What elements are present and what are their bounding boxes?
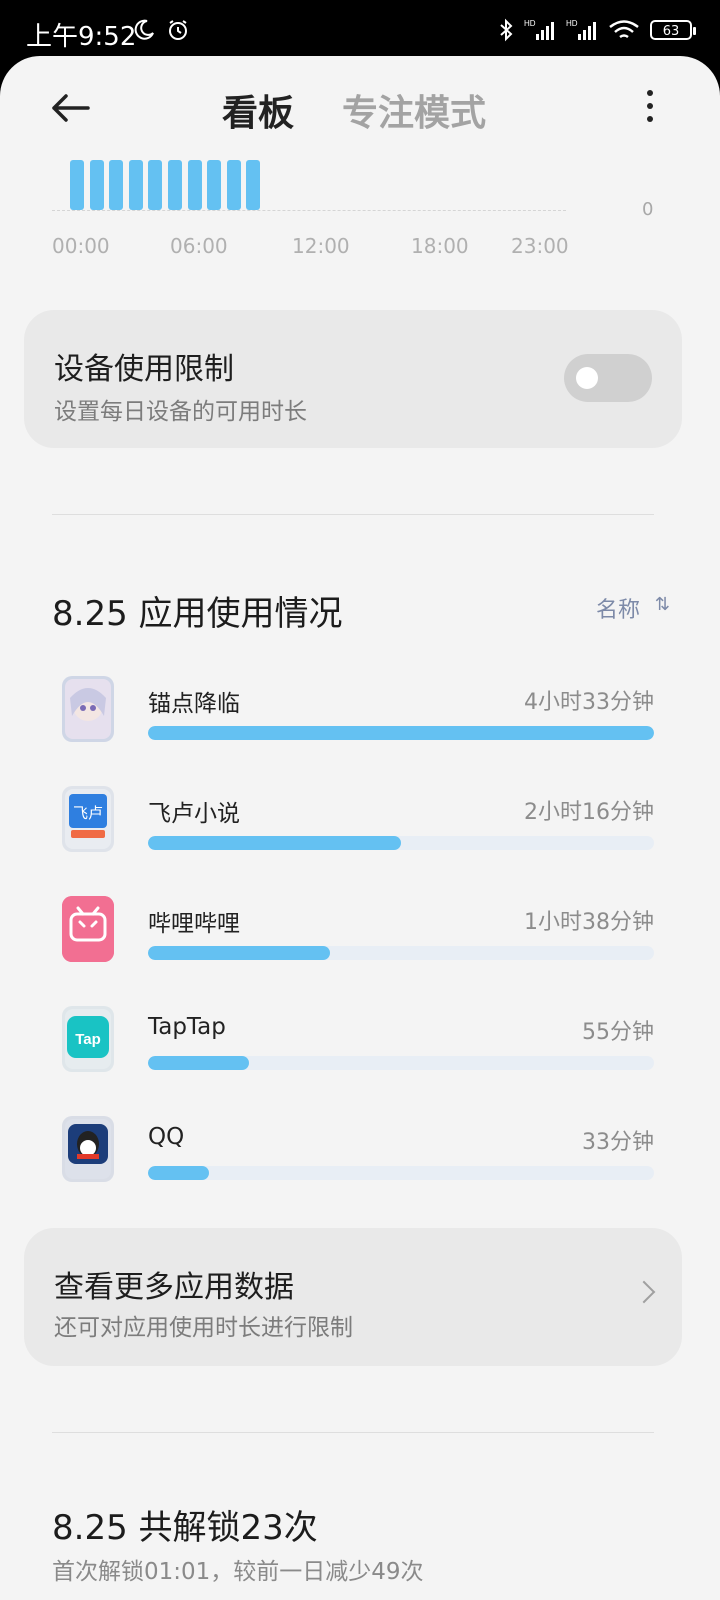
svg-text:飞卢: 飞卢	[73, 804, 103, 822]
feilu-app-icon: 飞卢	[62, 786, 114, 852]
app-usage-bar	[148, 1056, 250, 1070]
status-bar: 上午9:52 HD HD 63	[0, 0, 720, 60]
qq-app-icon	[62, 1116, 114, 1182]
hour-bar	[89, 160, 104, 210]
battery-icon: 63	[650, 20, 696, 40]
chart-zero-label: 0	[642, 199, 654, 220]
app-row[interactable]: 哔哩哔哩 1小时38分钟	[0, 896, 720, 996]
app-usage-track	[148, 836, 654, 850]
app-name: 飞卢小说	[148, 801, 240, 827]
hour-bar	[246, 160, 261, 210]
more-app-data-title: 查看更多应用数据	[54, 1270, 294, 1305]
app-name: 锚点降临	[148, 691, 240, 717]
app-name: 哔哩哔哩	[148, 911, 240, 937]
app-time: 4小时33分钟	[524, 690, 654, 715]
app-usage-bar	[148, 1166, 209, 1180]
app-usage-bar	[148, 946, 331, 960]
app-usage-track	[148, 1056, 654, 1070]
hour-bar	[109, 160, 124, 210]
app-time: 33分钟	[582, 1130, 654, 1155]
bluetooth-icon	[500, 18, 513, 42]
more-app-data-subtitle: 还可对应用使用时长进行限制	[54, 1315, 353, 1341]
chart-baseline	[52, 210, 566, 211]
app-row[interactable]: Tap TapTap 55分钟	[0, 1006, 720, 1106]
anime-character-app-icon	[62, 676, 114, 742]
app-usage-track	[148, 726, 654, 740]
hour-bar	[207, 160, 222, 210]
app-row[interactable]: 飞卢 飞卢小说 2小时16分钟	[0, 786, 720, 886]
more-app-data-card[interactable]: 查看更多应用数据 还可对应用使用时长进行限制	[24, 1228, 682, 1366]
toggle-knob	[576, 367, 598, 389]
device-limit-subtitle: 设置每日设备的可用时长	[54, 399, 307, 425]
app-usage-bar	[148, 836, 401, 850]
hour-bar	[128, 160, 143, 210]
alarm-icon	[169, 20, 187, 40]
tick-label-3: 18:00	[411, 234, 469, 258]
app-row[interactable]: QQ 33分钟	[0, 1116, 720, 1216]
dashboard-sheet: 看板 专注模式 0 00:00 06:00 12:00 18:00 23:00 …	[0, 56, 720, 1600]
taptap-app-icon: Tap	[62, 1006, 114, 1072]
tick-label-4: 23:00	[511, 234, 569, 258]
divider-1	[52, 514, 654, 515]
tick-label-1: 06:00	[170, 234, 228, 258]
status-left-icons	[132, 18, 190, 42]
moon-icon	[134, 19, 154, 40]
app-name: QQ	[148, 1124, 185, 1150]
divider-2	[52, 1432, 654, 1433]
hourly-usage-chart: 0 00:00 06:00 12:00 18:00 23:00	[0, 56, 720, 296]
hd-label-2: HD	[566, 19, 578, 28]
chevron-right-icon	[632, 1280, 656, 1304]
hd-label-1: HD	[524, 19, 536, 28]
wifi-icon	[609, 20, 639, 39]
signal-icon: HD	[524, 19, 554, 40]
hour-bar	[168, 160, 182, 210]
app-row[interactable]: 锚点降临 4小时33分钟	[0, 676, 720, 776]
hour-bar	[226, 160, 241, 210]
tick-label-2: 12:00	[292, 234, 350, 258]
hour-bar	[70, 160, 84, 210]
hour-bar	[148, 160, 163, 210]
app-usage-bar	[148, 726, 654, 740]
status-time: 上午9:52	[26, 22, 137, 52]
sort-icon[interactable]: ⇅	[655, 594, 670, 615]
status-right-icons: HD HD 63	[498, 18, 696, 42]
sort-by-name-button[interactable]: 名称	[596, 592, 640, 624]
app-time: 2小时16分钟	[524, 800, 654, 825]
app-usage-title: 8.25 应用使用情况	[52, 594, 343, 634]
device-limit-title: 设备使用限制	[54, 352, 234, 387]
device-limit-toggle[interactable]	[564, 354, 652, 402]
device-limit-card[interactable]: 设备使用限制 设置每日设备的可用时长	[24, 310, 682, 448]
signal-icon-2: HD	[566, 19, 596, 40]
app-time: 55分钟	[582, 1020, 654, 1045]
hour-bar	[187, 160, 202, 210]
bilibili-app-icon	[62, 896, 114, 962]
unlock-subtitle: 首次解锁01:01，较前一日减少49次	[52, 1559, 424, 1585]
app-time: 1小时38分钟	[524, 910, 654, 935]
tick-label-0: 00:00	[52, 234, 110, 258]
app-usage-track	[148, 946, 654, 960]
app-usage-track	[148, 1166, 654, 1180]
unlock-title: 8.25 共解锁23次	[52, 1508, 318, 1548]
svg-text:Tap: Tap	[75, 1031, 101, 1048]
app-name: TapTap	[148, 1014, 226, 1040]
